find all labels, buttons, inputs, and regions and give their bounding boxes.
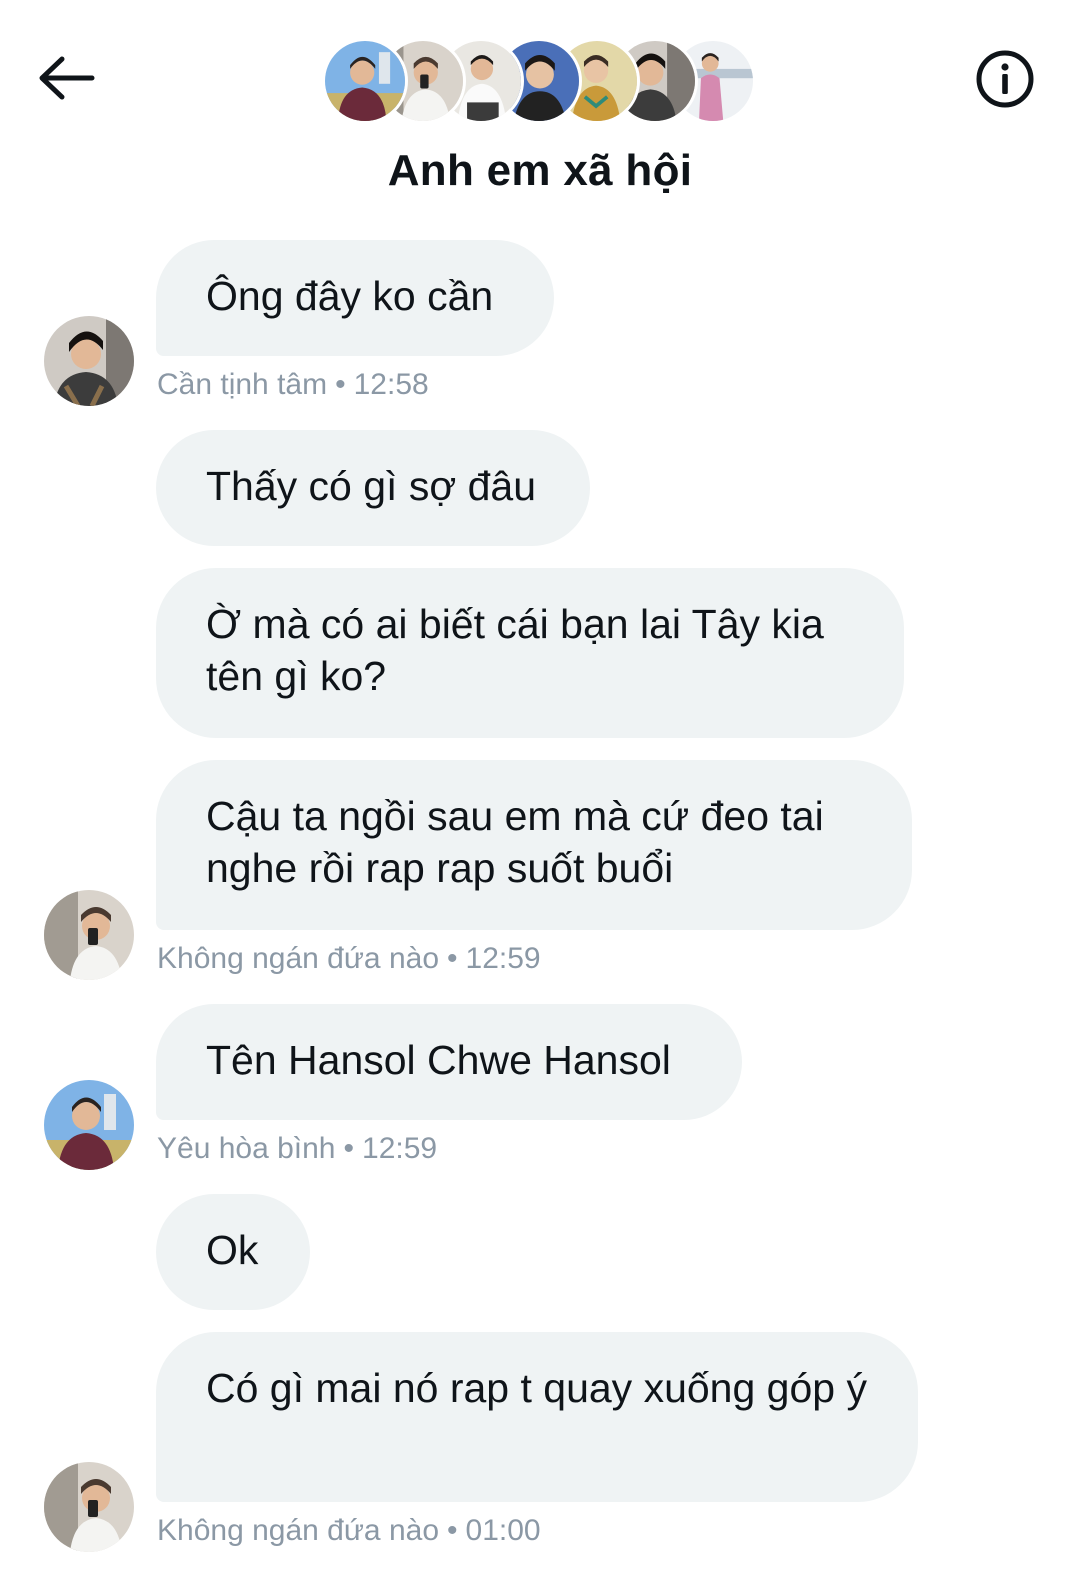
sender-avatar[interactable]	[44, 316, 134, 406]
info-circle-icon	[976, 50, 1034, 108]
message-bubble[interactable]: Ông đây ko cần	[156, 240, 554, 356]
group-members-avatars[interactable]	[322, 38, 756, 128]
message-bubble[interactable]: Ok	[156, 1194, 310, 1310]
message-time: 12:59	[362, 1132, 438, 1165]
message-time: 12:58	[353, 368, 429, 401]
message-bubble[interactable]: Cậu ta ngồi sau em mà cứ đeo tai nghe rồ…	[156, 760, 912, 930]
message-meta: Không ngán đứa nào • 01:00	[157, 1514, 541, 1548]
chat-title: Anh em xã hội	[387, 146, 693, 195]
sender-avatar[interactable]	[44, 1462, 134, 1552]
message-time: 01:00	[465, 1514, 541, 1547]
sender-name: Yêu hòa bình	[157, 1132, 336, 1165]
sender-avatar[interactable]	[44, 1080, 134, 1170]
sender-name: Không ngán đứa nào	[157, 1514, 439, 1547]
back-button[interactable]	[36, 52, 96, 104]
message-meta: Yêu hòa bình • 12:59	[157, 1132, 437, 1166]
meta-separator: •	[447, 942, 458, 975]
message-meta: Không ngán đứa nào • 12:59	[157, 942, 541, 976]
sender-name: Không ngán đứa nào	[157, 942, 439, 975]
message-bubble[interactable]: Thấy có gì sợ đâu	[156, 430, 590, 546]
message-bubble[interactable]: Có gì mai nó rap t quay xuống góp ý	[156, 1332, 918, 1502]
sender-name: Cần tịnh tâm	[157, 368, 328, 401]
meta-separator: •	[343, 1132, 355, 1165]
message-bubble[interactable]: Ờ mà có ai biết cái bạn lai Tây kia tên …	[156, 568, 904, 738]
message-meta: Cần tịnh tâm • 12:58	[157, 368, 429, 402]
member-avatar	[322, 38, 408, 124]
arrow-left-icon	[39, 56, 95, 100]
message-bubble[interactable]: Tên Hansol Chwe Hansol	[156, 1004, 742, 1120]
message-time: 12:59	[465, 942, 541, 975]
info-button[interactable]	[974, 48, 1036, 110]
meta-separator: •	[447, 1514, 458, 1547]
sender-avatar[interactable]	[44, 890, 134, 980]
meta-separator: •	[335, 368, 346, 401]
